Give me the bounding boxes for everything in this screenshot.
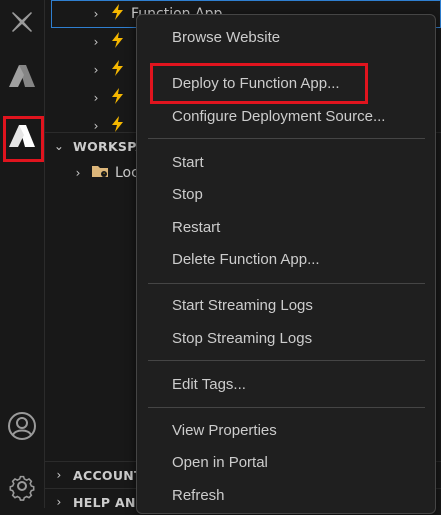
chevron-right-icon: › bbox=[56, 468, 62, 482]
menu-item-start[interactable]: Start bbox=[137, 146, 435, 178]
chevron-right-icon: › bbox=[93, 7, 99, 21]
menu-item-edit-tags[interactable]: Edit Tags... bbox=[137, 368, 435, 400]
azure-icon[interactable] bbox=[0, 54, 44, 98]
menu-separator bbox=[148, 360, 425, 361]
menu-item-delete-function-app[interactable]: Delete Function App... bbox=[137, 243, 435, 275]
function-icon bbox=[109, 3, 127, 25]
settings-gear-icon[interactable] bbox=[0, 464, 44, 508]
activity-bar bbox=[0, 0, 45, 508]
function-icon bbox=[109, 59, 127, 81]
menu-item-stop[interactable]: Stop bbox=[137, 178, 435, 210]
extensions-icon[interactable] bbox=[0, 0, 44, 44]
menu-separator bbox=[148, 283, 425, 284]
folder-icon bbox=[91, 163, 109, 183]
menu-item-stop-streaming-logs[interactable]: Stop Streaming Logs bbox=[137, 322, 435, 354]
menu-item-open-in-portal[interactable]: Open in Portal bbox=[137, 446, 435, 478]
chevron-right-icon: › bbox=[93, 91, 99, 105]
menu-item-restart[interactable]: Restart bbox=[137, 211, 435, 243]
chevron-right-icon: › bbox=[93, 35, 99, 49]
chevron-right-icon: › bbox=[56, 495, 62, 509]
function-icon bbox=[109, 31, 127, 53]
chevron-down-icon: ⌄ bbox=[53, 139, 65, 153]
azure-active-icon[interactable] bbox=[0, 114, 44, 158]
menu-separator bbox=[148, 407, 425, 408]
menu-item-start-streaming-logs[interactable]: Start Streaming Logs bbox=[137, 289, 435, 321]
menu-item-configure-deployment-source[interactable]: Configure Deployment Source... bbox=[137, 100, 435, 132]
menu-item-view-properties[interactable]: View Properties bbox=[137, 414, 435, 446]
chevron-right-icon: › bbox=[75, 166, 81, 180]
tree-row[interactable]: › bbox=[89, 84, 127, 112]
function-icon bbox=[109, 87, 127, 109]
menu-item-refresh[interactable]: Refresh bbox=[137, 479, 435, 511]
tree-row[interactable]: › bbox=[89, 28, 127, 56]
context-menu: Browse Website Deploy to Function App...… bbox=[136, 14, 436, 514]
tree-row[interactable]: › bbox=[89, 56, 127, 84]
chevron-right-icon: › bbox=[93, 119, 99, 133]
deploy-highlight-box bbox=[150, 63, 368, 104]
menu-item-browse-website[interactable]: Browse Website bbox=[137, 21, 435, 53]
chevron-right-icon: › bbox=[93, 63, 99, 77]
menu-separator bbox=[148, 138, 425, 139]
account-icon[interactable] bbox=[0, 404, 44, 448]
